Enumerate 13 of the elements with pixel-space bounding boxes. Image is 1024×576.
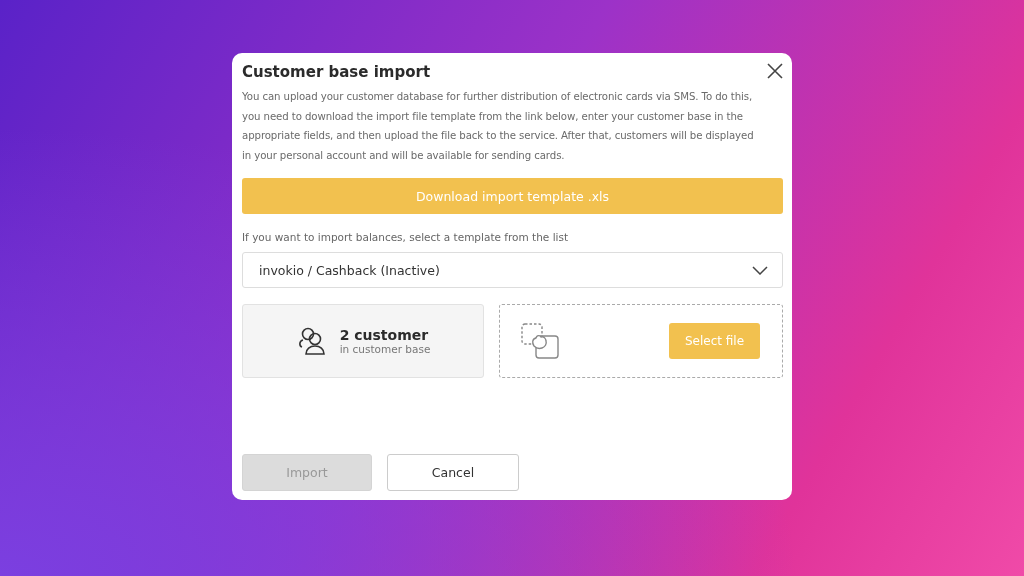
dialog-title: Customer base import xyxy=(242,63,431,81)
close-icon[interactable] xyxy=(766,62,784,80)
chevron-down-icon xyxy=(752,265,768,275)
drag-file-icon xyxy=(520,322,560,360)
download-template-button[interactable]: Download import template .xls xyxy=(242,178,783,214)
select-file-button[interactable]: Select file xyxy=(669,323,760,359)
template-dropdown[interactable]: invokio / Cashback (Inactive) xyxy=(242,252,783,288)
customer-count-caption: in customer base xyxy=(339,343,431,355)
description: You can upload your customer database for further distribution of electronic cards via SMS. To do this, you need to download the import file template from the link below, enter your customer base in the appropriate fields, and then upload the file back to the service. After that, customers will be displayed in your personal account and will be available for sending cards. xyxy=(242,90,755,163)
template-hint: If you want to import balances, select a template from the list xyxy=(242,231,570,243)
file-drop-area[interactable]: Select file xyxy=(499,304,783,378)
cancel-button[interactable]: Cancel xyxy=(387,454,519,491)
customer-count: 2 customer xyxy=(339,327,430,343)
